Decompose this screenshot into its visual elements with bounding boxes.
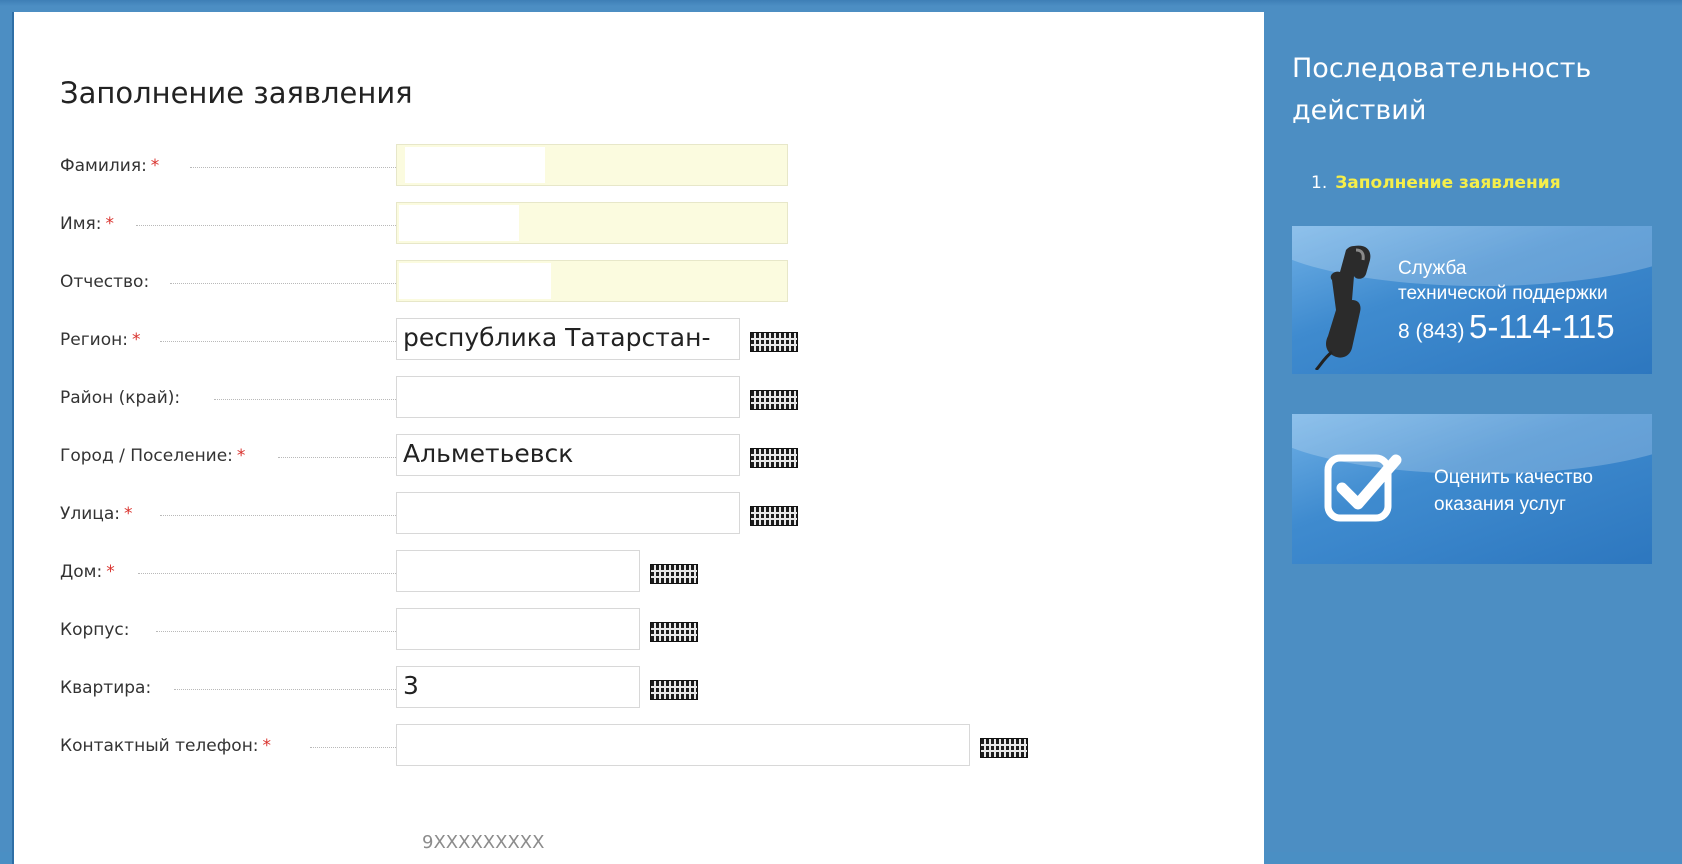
virtual-keyboard-icon[interactable] (750, 332, 798, 352)
required-star: * (236, 446, 246, 466)
redaction-block (405, 147, 545, 183)
form-row-phone: Контактный телефон: * (14, 724, 1264, 768)
region-label: Регион: * (60, 330, 141, 350)
form-row-patronymic: Отчество: (14, 260, 1264, 304)
dotted-leader (160, 341, 400, 342)
dotted-leader (170, 283, 400, 284)
surname-input[interactable]: | (396, 144, 788, 186)
virtual-keyboard-icon[interactable] (650, 622, 698, 642)
sidebar-step-1[interactable]: 1. Заполнение заявления (1311, 173, 1561, 193)
form-row-region: Регион: * республика Татарстан- (14, 318, 1264, 362)
form-title: Заполнение заявления (60, 76, 413, 110)
house-input[interactable] (396, 550, 640, 592)
dotted-leader (138, 573, 400, 574)
phone-label: Контактный телефон: * (60, 736, 272, 756)
virtual-keyboard-icon[interactable] (750, 390, 798, 410)
name-input[interactable] (396, 202, 788, 244)
building-label: Корпус: (60, 620, 130, 640)
required-star: * (150, 156, 160, 176)
virtual-keyboard-icon[interactable] (650, 564, 698, 584)
form-row-city: Город / Поселение: * Альметьевск (14, 434, 1264, 478)
building-input[interactable] (396, 608, 640, 650)
form-row-street: Улица: * (14, 492, 1264, 536)
form-row-district: Район (край): (14, 376, 1264, 420)
checkbox-check-icon (1324, 454, 1402, 522)
virtual-keyboard-icon[interactable] (650, 680, 698, 700)
phone-input[interactable] (396, 724, 970, 766)
quality-rating-banner[interactable]: Оценить качество оказания услуг (1292, 414, 1652, 564)
patronymic-label: Отчество: (60, 272, 150, 292)
dotted-leader (214, 399, 400, 400)
district-input[interactable] (396, 376, 740, 418)
dotted-leader (310, 747, 400, 748)
dotted-leader (156, 631, 400, 632)
apartment-input[interactable]: 3 (396, 666, 640, 708)
required-star: * (106, 562, 115, 582)
name-label: Имя: * (60, 214, 114, 234)
dotted-leader (174, 689, 400, 690)
quality-text: Оценить качество оказания услуг (1434, 467, 1593, 515)
dotted-leader (278, 457, 400, 458)
form-row-surname: Фамилия:* | (14, 144, 1264, 188)
redaction-block (399, 263, 551, 299)
required-star: * (131, 330, 141, 350)
house-label: Дом: * (60, 562, 115, 582)
phone-handset-icon (1314, 245, 1371, 370)
street-input[interactable] (396, 492, 740, 534)
dotted-leader (136, 225, 400, 226)
city-input[interactable]: Альметьевск (396, 434, 740, 476)
support-text: Служба технической поддержки (1398, 258, 1608, 304)
phone-format-hint: 9XXXXXXXXX (422, 832, 545, 853)
dotted-leader (190, 167, 400, 168)
apartment-label: Квартира: (60, 678, 152, 698)
step-label: Заполнение заявления (1335, 173, 1561, 193)
patronymic-input[interactable] (396, 260, 788, 302)
virtual-keyboard-icon[interactable] (750, 506, 798, 526)
dotted-leader (160, 515, 400, 516)
form-row-house: Дом: * (14, 550, 1264, 594)
application-form-panel: Заполнение заявления Фамилия:* | Имя:* О… (12, 12, 1264, 864)
district-label: Район (край): (60, 388, 181, 408)
form-row-building: Корпус: (14, 608, 1264, 652)
virtual-keyboard-icon[interactable] (750, 448, 798, 468)
step-number: 1. (1311, 173, 1328, 193)
top-border (0, 0, 1682, 6)
required-star: * (124, 504, 133, 524)
support-banner[interactable]: Служба технической поддержки 8 (843) 5-1… (1292, 226, 1652, 374)
redaction-block (399, 205, 519, 241)
surname-label: Фамилия: * (60, 156, 160, 176)
street-label: Улица: * (60, 504, 133, 524)
virtual-keyboard-icon[interactable] (980, 738, 1028, 758)
required-star: * (262, 736, 272, 756)
sidebar-title: Последовательность действий (1292, 53, 1592, 126)
region-input[interactable]: республика Татарстан- (396, 318, 740, 360)
support-phone-number: 8 (843) 5-114-115 (1398, 308, 1615, 345)
required-star: * (105, 214, 115, 234)
city-label: Город / Поселение: * (60, 446, 246, 466)
form-row-name: Имя: * (14, 202, 1264, 246)
form-row-apartment: Квартира: 3 (14, 666, 1264, 710)
